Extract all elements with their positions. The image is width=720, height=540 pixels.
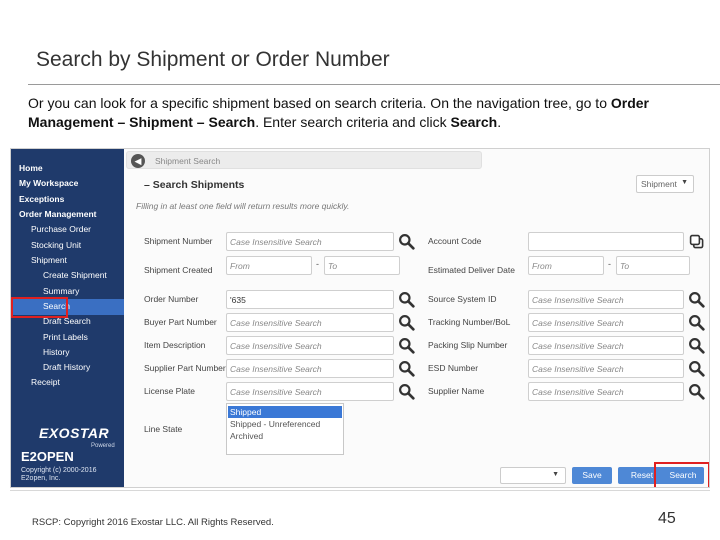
esd-number-label: ESD Number [428,363,479,373]
shipment-created-to-input[interactable]: To [324,256,400,275]
shipment-number-input[interactable]: Case Insensitive Search [226,232,394,251]
nav-item-exceptions[interactable]: Exceptions [19,194,64,204]
app-screenshot: Home My Workspace Exceptions Order Manag… [10,148,710,488]
chevron-down-icon: ▼ [681,179,688,186]
order-number-input[interactable]: '635 [226,290,394,309]
copy-icon[interactable] [689,234,705,250]
supplier-part-number-label: Supplier Part Number [144,363,226,373]
intro-bold-action: Search [450,114,498,130]
back-arrow-icon[interactable]: ◀ [131,154,145,168]
intro-end: . [497,114,502,130]
search-icon[interactable] [688,383,705,400]
title-rule [28,84,720,85]
order-number-label: Order Number [144,294,199,304]
footer-copyright: RSCP: Copyright 2016 Exostar LLC. All Ri… [32,517,274,528]
buyer-part-number-input[interactable]: Case Insensitive Search [226,313,394,332]
search-icon[interactable] [398,360,415,377]
supplier-name-input[interactable]: Case Insensitive Search [528,382,684,401]
slide-title: Search by Shipment or Order Number [36,48,390,71]
nav-copyright-line-2: E2open, Inc. [21,475,61,482]
nav-item-history[interactable]: History [43,347,69,357]
search-content-pane: ◀ Shipment Search – Search Shipments Fil… [124,149,709,487]
section-title[interactable]: – Search Shipments [144,179,244,191]
search-icon[interactable] [398,383,415,400]
date-range-dash: - [316,259,319,269]
item-description-input[interactable]: Case Insensitive Search [226,336,394,355]
item-description-label: Item Description [144,340,206,350]
save-button[interactable]: Save [572,467,612,484]
line-state-option-shipped[interactable]: Shipped [228,406,342,418]
search-icon[interactable] [688,291,705,308]
tracking-number-input[interactable]: Case Insensitive Search [528,313,684,332]
estimated-deliver-from-input[interactable]: From [528,256,604,275]
nav-item-draft-history[interactable]: Draft History [43,362,90,372]
packing-slip-number-label: Packing Slip Number [428,340,508,350]
esd-number-input[interactable]: Case Insensitive Search [528,359,684,378]
line-state-option-unreferenced[interactable]: Shipped - Unreferenced [228,418,342,430]
search-icon[interactable] [688,360,705,377]
chevron-down-icon: ▼ [552,471,559,478]
line-state-option-archived[interactable]: Archived [228,430,342,442]
source-system-id-input[interactable]: Case Insensitive Search [528,290,684,309]
account-code-label: Account Code [428,236,482,246]
tracking-number-label: Tracking Number/BoL [428,317,511,327]
search-icon[interactable] [398,337,415,354]
nav-item-order-management[interactable]: Order Management [19,209,96,219]
nav-item-create-shipment[interactable]: Create Shipment [43,270,107,280]
breadcrumb: Shipment Search [155,156,221,166]
navigation-tree: Home My Workspace Exceptions Order Manag… [11,149,124,487]
nav-item-summary[interactable]: Summary [43,286,79,296]
e2open-logo: E2OPEN [21,449,74,464]
estimated-deliver-to-input[interactable]: To [616,256,690,275]
search-icon[interactable] [688,314,705,331]
supplier-name-label: Supplier Name [428,386,485,396]
nav-item-print-labels[interactable]: Print Labels [43,332,88,342]
search-icon[interactable] [688,337,705,354]
estimated-deliver-date-label: Estimated Deliver Date [428,265,515,275]
supplier-part-number-input[interactable]: Case Insensitive Search [226,359,394,378]
intro-plain-2: . Enter search criteria and click [255,114,451,130]
license-plate-label: License Plate [144,386,196,396]
nav-item-purchase-order[interactable]: Purchase Order [31,224,91,234]
search-icon[interactable] [398,233,415,250]
search-icon[interactable] [398,291,415,308]
source-system-id-label: Source System ID [428,294,497,304]
exostar-logo: EXOSTAR [39,425,110,441]
powered-by-label: Powered [91,443,115,449]
license-plate-input[interactable]: Case Insensitive Search [226,382,394,401]
breadcrumb-bar: ◀ Shipment Search [126,151,482,169]
line-state-listbox[interactable]: Shipped Shipped - Unreferenced Archived [226,403,344,455]
intro-plain-1: Or you can look for a specific shipment … [28,95,607,111]
nav-copyright: Copyright (c) 2000-2016 E2open, Inc. [21,467,97,483]
search-nav-highlight-box [11,297,68,318]
buyer-part-number-label: Buyer Part Number [144,317,217,327]
nav-item-receipt[interactable]: Receipt [31,377,60,387]
shipment-number-label: Shipment Number [144,236,213,246]
search-type-value: Shipment [641,179,677,189]
intro-text: Or you can look for a specific shipment … [28,94,708,132]
packing-slip-number-input[interactable]: Case Insensitive Search [528,336,684,355]
date-range-dash: - [608,259,611,269]
line-state-label: Line State [144,424,183,434]
account-code-input[interactable] [528,232,684,251]
search-type-dropdown[interactable]: Shipment ▼ [636,175,694,193]
nav-item-my-workspace[interactable]: My Workspace [19,178,78,188]
nav-copyright-line-1: Copyright (c) 2000-2016 [21,467,97,474]
nav-item-shipment[interactable]: Shipment [31,255,67,265]
saved-search-dropdown[interactable]: ▼ [500,467,566,484]
shipment-created-label: Shipment Created [144,265,213,275]
shipment-created-from-input[interactable]: From [226,256,312,275]
nav-item-stocking-unit[interactable]: Stocking Unit [31,240,81,250]
nav-item-home[interactable]: Home [19,163,43,173]
footer-rule [10,490,710,491]
search-hint: Filling in at least one field will retur… [136,201,350,211]
page-number: 45 [658,510,676,527]
search-icon[interactable] [398,314,415,331]
search-button-highlight-box [654,462,709,487]
